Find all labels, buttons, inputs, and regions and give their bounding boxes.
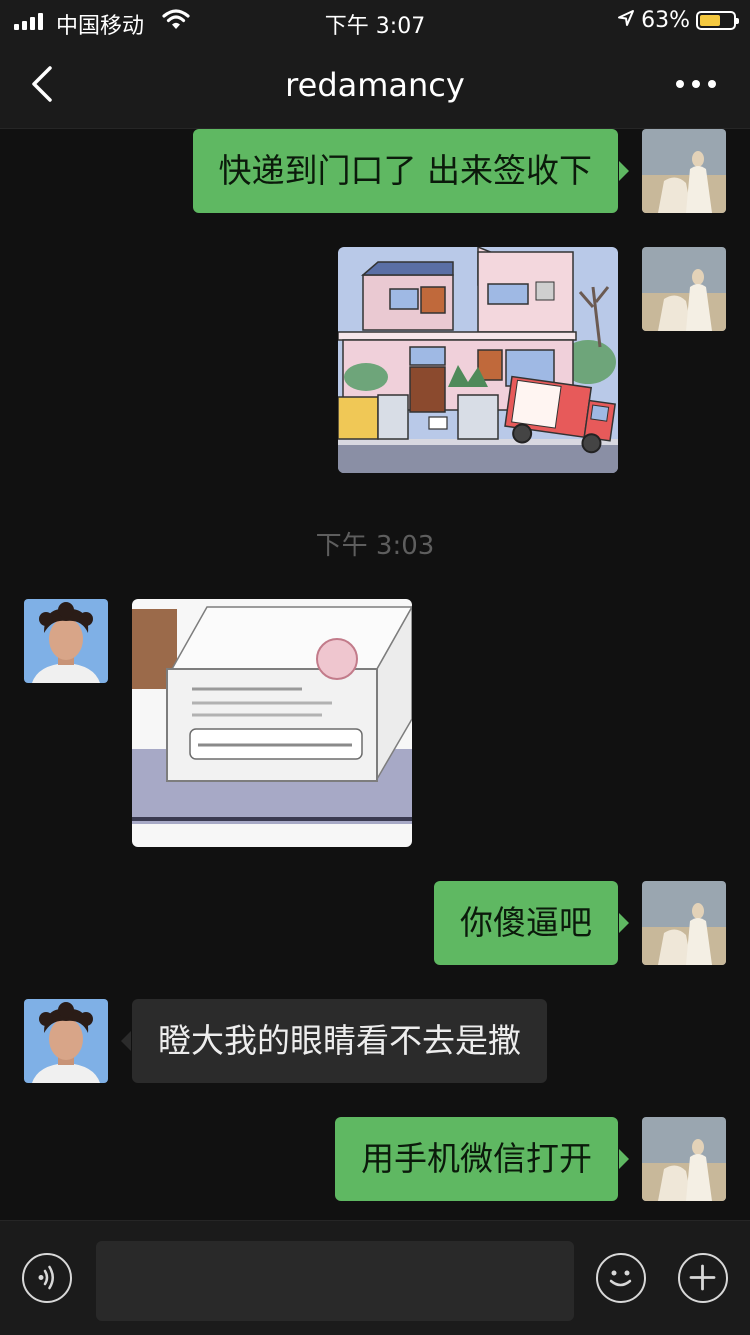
emoji-button[interactable]: [596, 1253, 646, 1303]
parcel-label-closeup: [132, 599, 412, 847]
sent-image-message[interactable]: [338, 247, 618, 473]
voice-button[interactable]: [22, 1253, 72, 1303]
input-bar: [0, 1220, 750, 1335]
back-button[interactable]: [28, 64, 58, 104]
location-arrow-icon: [617, 8, 635, 33]
chevron-left-icon: [32, 66, 52, 102]
emoji-icon: [609, 1270, 632, 1287]
message-list[interactable]: 快递到门口了 出来签收下 下午 3:03 你傻逼吧 瞪大我的眼睛看不去是撒 用手…: [0, 129, 750, 1220]
my-avatar[interactable]: [642, 247, 726, 331]
message-bubble-sent[interactable]: 快递到门口了 出来签收下: [192, 129, 629, 213]
voice-icon: [38, 1265, 54, 1290]
delivery-house-illustration: [338, 247, 618, 473]
message-bubble-sent[interactable]: 用手机微信打开: [335, 1117, 629, 1201]
contact-avatar[interactable]: [24, 999, 108, 1083]
contact-avatar[interactable]: [24, 599, 108, 683]
plus-icon: [689, 1264, 716, 1291]
chat-header: redamancy: [0, 42, 750, 129]
message-input[interactable]: [96, 1241, 574, 1321]
chat-title: redamancy: [285, 66, 465, 104]
my-avatar[interactable]: [642, 881, 726, 965]
more-dots-icon: [676, 80, 716, 88]
received-image-message[interactable]: [132, 599, 412, 847]
my-avatar[interactable]: [642, 129, 726, 213]
status-bar: 中国移动 下午 3:07 63%: [0, 0, 750, 42]
battery-fill: [700, 15, 721, 26]
battery-icon: [696, 11, 739, 30]
plus-button[interactable]: [678, 1253, 728, 1303]
message-bubble-received[interactable]: 瞪大我的眼睛看不去是撒: [121, 999, 547, 1083]
message-bubble-sent[interactable]: 你傻逼吧: [434, 881, 629, 965]
battery-percent: 63%: [641, 8, 690, 33]
message-timestamp: 下午 3:03: [315, 531, 435, 561]
more-button[interactable]: [676, 74, 716, 94]
my-avatar[interactable]: [642, 1117, 726, 1201]
